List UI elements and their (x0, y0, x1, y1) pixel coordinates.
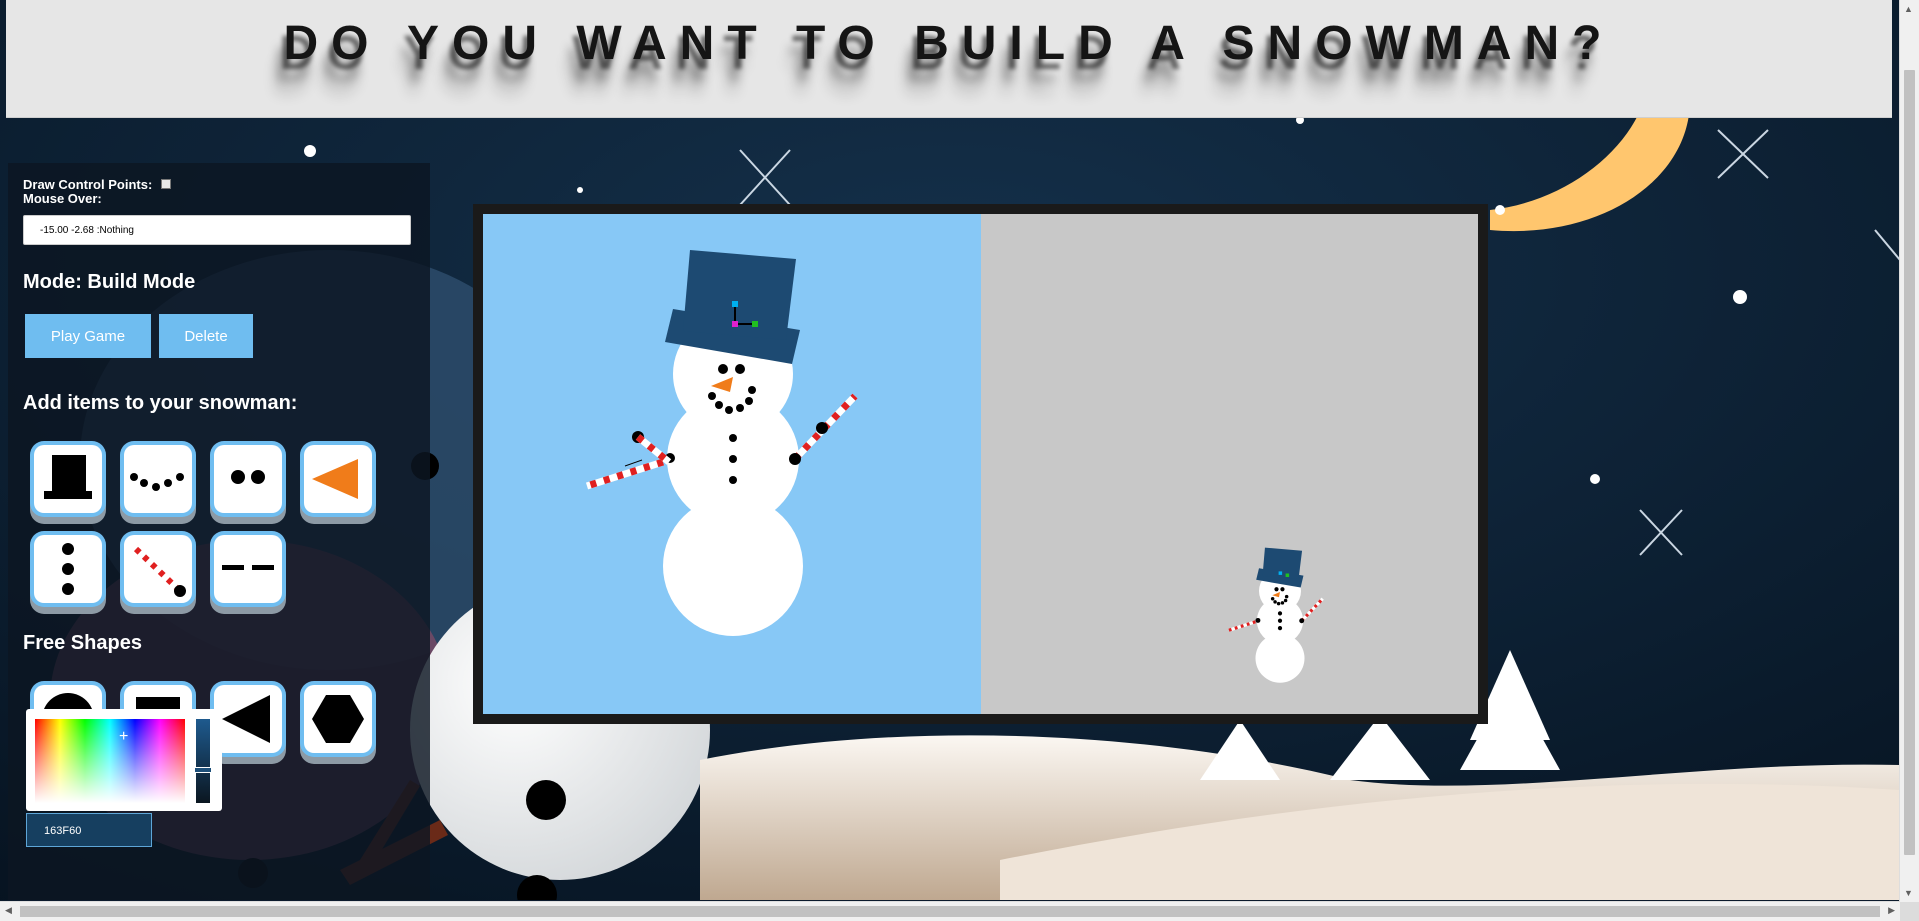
top-hat-icon (44, 455, 92, 499)
horizontal-scroll-thumb[interactable] (20, 906, 1880, 917)
scroll-down-icon[interactable]: ▼ (1904, 888, 1913, 898)
add-hat-button[interactable] (34, 445, 102, 513)
stick-arm-icon (133, 546, 186, 597)
color-spectrum[interactable] (35, 719, 185, 803)
dashes-icon (222, 565, 274, 570)
scroll-left-icon[interactable]: ◀ (5, 905, 12, 916)
color-hex-input[interactable]: 163F60 (26, 813, 152, 847)
triangle-icon (222, 695, 270, 743)
brightness-slider[interactable] (196, 719, 210, 803)
vertical-scrollbar[interactable]: ▲ ▼ (1899, 0, 1919, 902)
add-nose-button[interactable] (304, 445, 372, 513)
mode-indicator: Mode: Build Mode (23, 271, 196, 293)
horizontal-scrollbar[interactable]: ◀ ▶ (0, 901, 1900, 921)
mouth-dots-icon (130, 473, 184, 491)
add-items-heading: Add items to your snowman: (23, 392, 298, 414)
delete-button[interactable]: Delete (159, 314, 253, 358)
canvas-frame (473, 204, 1488, 724)
eyes-icon (231, 470, 265, 484)
add-triangle-button[interactable] (214, 685, 282, 753)
color-picker[interactable]: + (26, 709, 222, 811)
scrollbar-corner (1900, 902, 1919, 921)
add-mouth-button[interactable] (124, 445, 192, 513)
picker-crosshair-icon: + (119, 728, 129, 745)
add-eyes-button[interactable] (214, 445, 282, 513)
preview-canvas (981, 214, 1478, 714)
scroll-up-icon[interactable]: ▲ (1904, 4, 1913, 14)
snowman-small (1228, 547, 1324, 683)
add-hexagon-button[interactable] (304, 685, 372, 753)
hexagon-icon (312, 695, 364, 743)
brightness-slider-handle[interactable] (194, 767, 212, 773)
draw-control-points-label: Draw Control Points: (23, 177, 153, 192)
vertical-scroll-thumb[interactable] (1904, 70, 1915, 855)
add-arm-button[interactable] (124, 535, 192, 603)
scroll-right-icon[interactable]: ▶ (1888, 905, 1895, 916)
draw-control-points-checkbox[interactable] (161, 179, 171, 189)
snowman-large (585, 250, 858, 636)
buttons-icon (62, 543, 74, 595)
add-buttons-button[interactable] (34, 535, 102, 603)
page-header: DO YOU WANT TO BUILD A SNOWMAN? (6, 0, 1892, 118)
mouse-over-label: Mouse Over: (23, 191, 102, 206)
play-game-button[interactable]: Play Game (25, 314, 151, 358)
add-eyebrows-button[interactable] (214, 535, 282, 603)
build-canvas[interactable] (483, 214, 981, 714)
carrot-nose-icon (312, 459, 358, 499)
free-shapes-heading: Free Shapes (23, 632, 142, 654)
control-panel: Draw Control Points: Mouse Over: -15.00 … (8, 163, 430, 900)
page-title: DO YOU WANT TO BUILD A SNOWMAN? (283, 17, 1615, 70)
mouse-over-display: -15.00 -2.68 :Nothing (23, 215, 411, 245)
